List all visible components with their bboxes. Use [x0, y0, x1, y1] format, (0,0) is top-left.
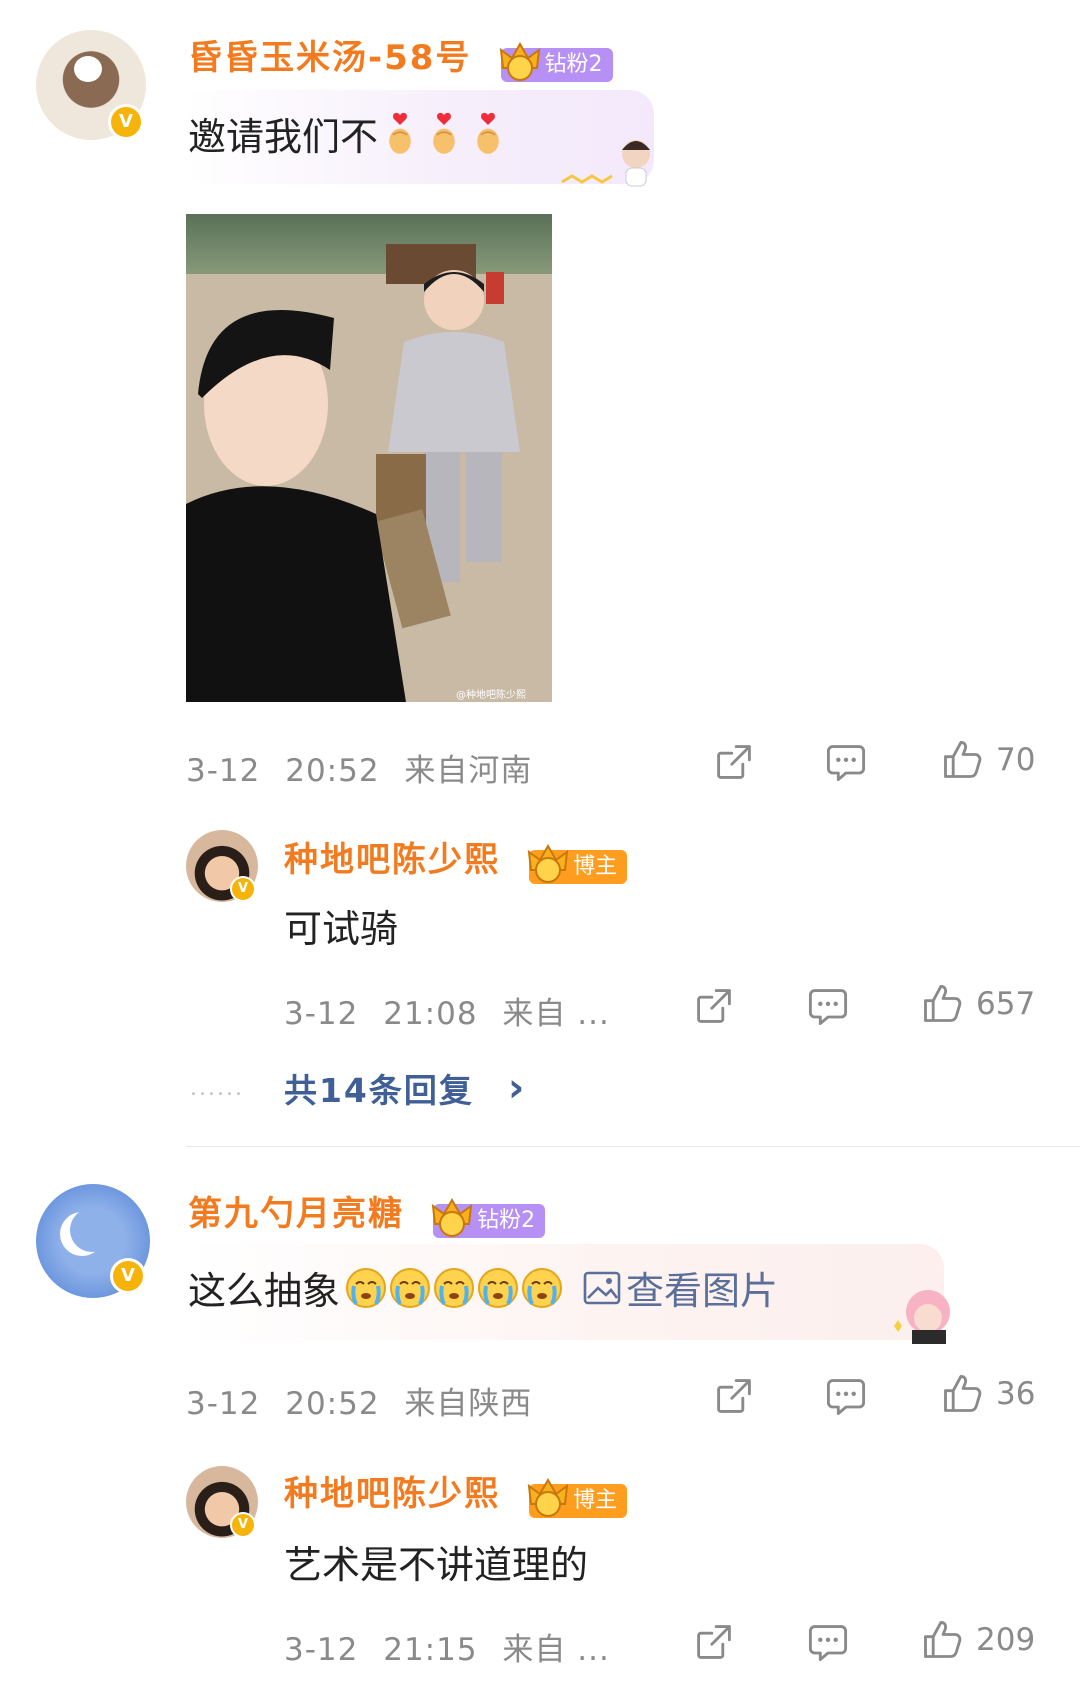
verified-v-icon: V	[230, 1512, 256, 1538]
comment-text: 邀请我们不	[188, 115, 379, 159]
host-badge-label: 博主	[573, 853, 618, 879]
thumbs-up-icon	[940, 738, 984, 782]
like-count: 36	[996, 1376, 1036, 1412]
more-replies-dots: ......	[190, 1075, 244, 1101]
comment-icon	[824, 1374, 868, 1418]
host-badge[interactable]: 博主	[529, 1484, 628, 1518]
reply-date: 3-12	[284, 996, 359, 1032]
reply-text: 可试骑	[284, 907, 399, 951]
chibi-sticker-icon	[561, 140, 650, 187]
thumbs-up-icon	[940, 1372, 984, 1416]
fan-badge-label: 钻粉2	[544, 51, 603, 77]
comment-time: 20:52	[285, 1386, 380, 1422]
fan-badge-label: 钻粉2	[477, 1207, 536, 1233]
crying-face-emoji-icon	[432, 1266, 476, 1310]
share-icon	[692, 984, 736, 1028]
comment-button[interactable]	[824, 1374, 868, 1418]
crown-icon	[497, 38, 543, 84]
reply-date: 3-12	[284, 1632, 359, 1668]
username[interactable]: 昏昏玉米汤-58号	[188, 38, 471, 78]
comment-photo[interactable]: @种地吧陈少熙	[186, 214, 552, 702]
comment-button[interactable]	[806, 1620, 850, 1664]
username[interactable]: 种地吧陈少熙	[284, 840, 500, 880]
fan-badge[interactable]: 钻粉2	[501, 48, 613, 82]
divider	[186, 1146, 1080, 1147]
comment-icon	[806, 1620, 850, 1664]
thumbs-up-icon	[920, 982, 964, 1026]
crying-face-emoji-icon	[388, 1266, 432, 1310]
comment-date: 3-12	[186, 753, 261, 789]
comment-text: 这么抽象	[188, 1269, 341, 1313]
comment-location: 来自河南	[404, 753, 533, 789]
crying-face-emoji-icon	[344, 1266, 388, 1310]
share-icon	[712, 1374, 756, 1418]
host-badge[interactable]: 博主	[529, 850, 628, 884]
username[interactable]: 第九勺月亮糖	[188, 1194, 404, 1234]
view-image-label: 查看图片	[626, 1269, 779, 1313]
comment-button[interactable]	[806, 984, 850, 1028]
share-button[interactable]	[692, 1620, 736, 1664]
more-replies-link[interactable]: 共14条回复	[284, 1064, 474, 1112]
reply-time: 21:15	[383, 1632, 478, 1668]
reply-header: 种地吧陈少熙 博主	[284, 1466, 628, 1518]
reply-meta: 3-12 21:15 来自 ...	[284, 1624, 610, 1669]
comment-location: 来自陕西	[404, 1386, 533, 1422]
fan-badge[interactable]: 钻粉2	[433, 1204, 546, 1238]
like-button[interactable]: 209	[920, 1618, 1035, 1662]
crying-face-emoji-icon	[476, 1266, 520, 1310]
comment-icon	[806, 984, 850, 1028]
like-count: 70	[996, 742, 1036, 778]
reply-text: 艺术是不讲道理的	[284, 1543, 589, 1587]
comment-header: 昏昏玉米汤-58号 钻粉2	[188, 30, 613, 82]
comment-meta: 3-12 20:52 来自河南	[186, 745, 532, 790]
finger-heart-emoji-icon	[382, 111, 418, 157]
comment-button[interactable]	[824, 740, 868, 784]
like-count: 209	[976, 1622, 1036, 1658]
reply-location: 来自 ...	[502, 996, 610, 1032]
like-button[interactable]: 657	[920, 982, 1035, 1026]
verified-v-icon: V	[230, 876, 256, 902]
share-button[interactable]	[712, 740, 756, 784]
comment-time: 20:52	[285, 753, 380, 789]
comment-header: 第九勺月亮糖 钻粉2	[188, 1186, 546, 1238]
like-button[interactable]: 70	[940, 738, 1035, 782]
more-replies-row[interactable]: ...... 共14条回复 ›	[190, 1064, 526, 1112]
thumbs-up-icon	[920, 1618, 964, 1662]
finger-heart-emoji-icon	[426, 111, 462, 157]
reply-header: 种地吧陈少熙 博主	[284, 832, 628, 884]
share-icon	[692, 1620, 736, 1664]
anime-girl-sticker-icon	[894, 1290, 950, 1344]
verified-v-icon: V	[110, 1258, 146, 1294]
comment-icon	[824, 740, 868, 784]
bubble-decoration	[560, 134, 670, 194]
image-icon	[583, 1271, 621, 1304]
host-badge-label: 博主	[573, 1487, 618, 1513]
chevron-right-icon: ›	[507, 1065, 527, 1111]
bubble-decoration	[890, 1280, 960, 1344]
crown-icon	[525, 1474, 571, 1520]
like-button[interactable]: 36	[940, 1372, 1035, 1416]
selfie-photo-image: @种地吧陈少熙	[186, 214, 552, 702]
share-button[interactable]	[692, 984, 736, 1028]
crown-icon	[429, 1194, 475, 1240]
comment-date: 3-12	[186, 1386, 261, 1422]
reply-meta: 3-12 21:08 来自 ...	[284, 988, 610, 1033]
crown-icon	[525, 840, 571, 886]
finger-heart-emoji-icon	[470, 111, 506, 157]
comment-meta: 3-12 20:52 来自陕西	[186, 1378, 532, 1423]
comment-text-row: 这么抽象 查看图片	[188, 1260, 778, 1315]
like-count: 657	[976, 986, 1036, 1022]
reply-location: 来自 ...	[502, 1632, 610, 1668]
share-icon	[712, 740, 756, 784]
share-button[interactable]	[712, 1374, 756, 1418]
photo-watermark: @种地吧陈少熙	[456, 688, 526, 701]
comment-text-row: 邀请我们不	[188, 106, 506, 161]
view-image-link[interactable]: 查看图片	[582, 1260, 778, 1315]
reply-time: 21:08	[383, 996, 478, 1032]
username[interactable]: 种地吧陈少熙	[284, 1474, 500, 1514]
crying-face-emoji-icon	[520, 1266, 564, 1310]
verified-v-icon: V	[108, 104, 144, 140]
